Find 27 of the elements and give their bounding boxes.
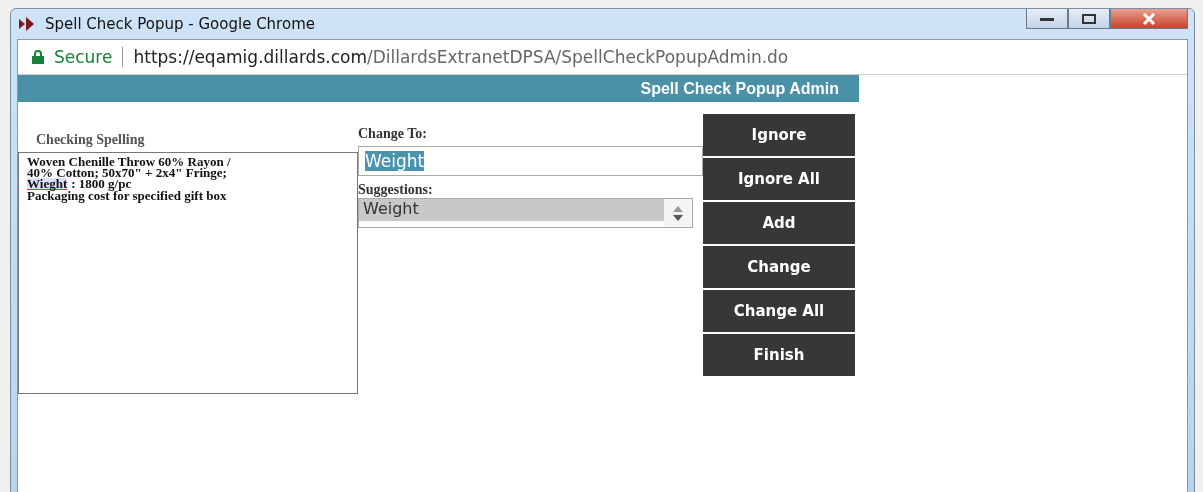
minimize-button[interactable] bbox=[1026, 9, 1068, 29]
action-button[interactable]: Change All bbox=[703, 290, 855, 332]
suggestion-item[interactable]: Weight bbox=[359, 199, 664, 221]
scroll-down-icon[interactable] bbox=[673, 214, 683, 221]
header-title: Spell Check Popup Admin bbox=[640, 79, 839, 98]
maximize-button[interactable] bbox=[1068, 9, 1110, 29]
text-line: Woven Chenille Throw 60% Rayon / bbox=[27, 156, 232, 167]
action-button[interactable]: Change bbox=[703, 246, 855, 288]
lock-icon bbox=[32, 50, 44, 64]
misspelled-word: Wieght bbox=[27, 178, 68, 190]
action-button[interactable]: Ignore All bbox=[703, 158, 855, 200]
window-title: Spell Check Popup - Google Chrome bbox=[45, 15, 315, 33]
security-label: Secure bbox=[54, 47, 113, 67]
close-icon bbox=[1142, 12, 1156, 25]
text-line: : 1800 g/pc bbox=[71, 178, 132, 190]
action-button[interactable]: Finish bbox=[703, 334, 855, 376]
action-button[interactable]: Add bbox=[703, 202, 855, 244]
text-line: Packaging cost for specified gift box bbox=[27, 190, 228, 201]
change-to-label: Change To: bbox=[358, 126, 428, 142]
checking-spelling-label: Checking Spelling bbox=[36, 132, 146, 148]
action-button[interactable]: Ignore bbox=[703, 114, 855, 156]
text-line: 40% Cotton; 50x70" + 2x4" Fringe; bbox=[27, 167, 227, 178]
maximize-icon bbox=[1082, 13, 1096, 24]
url-text[interactable]: https://eqamig.dillards.com/DillardsExtranetDPSA/SpellCheckPopupAdmin.do bbox=[133, 47, 789, 67]
suggestions-label: Suggestions: bbox=[358, 182, 434, 198]
suggestions-list[interactable]: Weight bbox=[358, 198, 693, 228]
close-button[interactable] bbox=[1110, 9, 1188, 29]
